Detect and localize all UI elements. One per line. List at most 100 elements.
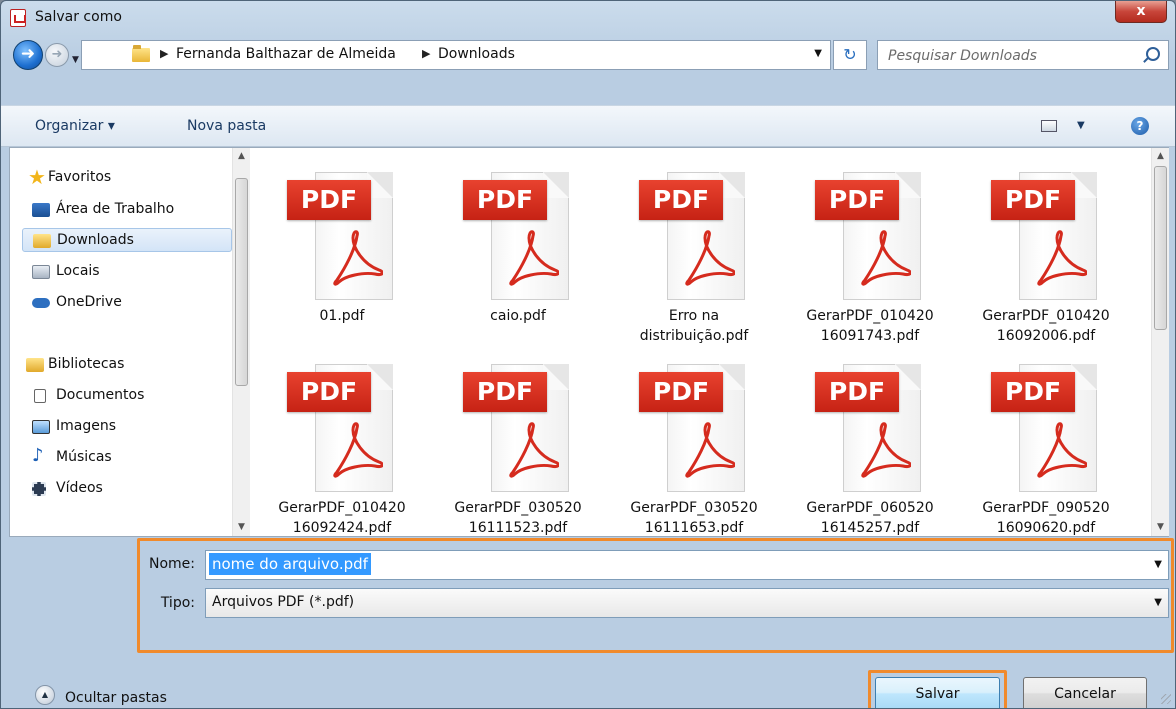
sidebar-item-label: Músicas bbox=[56, 449, 112, 465]
scroll-thumb[interactable] bbox=[235, 178, 248, 386]
star-icon: ★ bbox=[28, 165, 46, 189]
file-name-line: GerarPDF_010420 bbox=[278, 500, 406, 516]
hide-folders-button[interactable]: Ocultar pastas bbox=[65, 690, 167, 706]
collapse-icon[interactable]: ▲ bbox=[35, 685, 55, 705]
forward-arrow-icon: ➜ bbox=[51, 47, 63, 62]
acrobat-logo-icon bbox=[1037, 230, 1087, 286]
file-item[interactable]: PDF GerarPDF_010420 16092424.pdf bbox=[257, 348, 427, 536]
sidebar-item-downloads[interactable]: Downloads bbox=[22, 228, 232, 252]
sidebar-item-musicas[interactable]: ♪ Músicas bbox=[22, 446, 232, 470]
pdf-file-icon: PDF bbox=[463, 172, 573, 300]
search-box[interactable] bbox=[877, 40, 1169, 70]
title-bar: Salvar como x bbox=[1, 1, 1175, 35]
organize-menu[interactable]: Organizar ▾ bbox=[35, 118, 115, 134]
cancel-button[interactable]: Cancelar bbox=[1023, 677, 1147, 708]
scroll-down-icon[interactable]: ▼ bbox=[1152, 519, 1169, 536]
window-title: Salvar como bbox=[35, 9, 122, 25]
file-name: GerarPDF_010420 16092424.pdf bbox=[257, 498, 427, 536]
file-item[interactable]: PDF GerarPDF_010420 16092006.pdf bbox=[961, 156, 1131, 346]
pdf-badge: PDF bbox=[639, 372, 723, 412]
scroll-up-icon[interactable]: ▲ bbox=[233, 148, 250, 165]
downloads-folder-icon bbox=[33, 234, 51, 248]
sidebar-item-locais[interactable]: Locais bbox=[22, 260, 232, 284]
sidebar-item-area-de-trabalho[interactable]: Área de Trabalho bbox=[22, 198, 232, 222]
pdf-badge: PDF bbox=[815, 180, 899, 220]
navigation-pane-scrollbar[interactable]: ▲ ▼ bbox=[232, 148, 250, 536]
file-name: 01.pdf bbox=[257, 306, 427, 326]
file-name-line: 01.pdf bbox=[319, 308, 365, 324]
sidebar-item-documentos[interactable]: Documentos bbox=[22, 384, 232, 408]
new-folder-button[interactable]: Nova pasta bbox=[187, 118, 266, 134]
file-name-line: 16092006.pdf bbox=[996, 328, 1096, 344]
file-name: GerarPDF_010420 16092006.pdf bbox=[961, 306, 1131, 346]
scroll-down-icon[interactable]: ▼ bbox=[233, 519, 250, 536]
breadcrumb-downloads[interactable]: Downloads bbox=[438, 46, 515, 62]
history-dropdown-icon[interactable]: ▼ bbox=[72, 55, 79, 65]
browser-area: ★ Favoritos Área de Trabalho Downloads L… bbox=[9, 147, 1169, 537]
file-name: GerarPDF_030520 16111523.pdf bbox=[433, 498, 603, 536]
file-name-line: Erro na bbox=[668, 308, 720, 324]
pdf-badge: PDF bbox=[287, 180, 371, 220]
music-icon: ♪ bbox=[32, 445, 44, 466]
pdf-file-icon: PDF bbox=[639, 364, 749, 492]
file-list-scrollbar[interactable]: ▲ ▼ bbox=[1151, 148, 1169, 536]
view-options-icon[interactable] bbox=[1041, 120, 1057, 132]
file-item[interactable]: PDF Erro na distribuição.pdf bbox=[609, 156, 779, 346]
pdf-file-icon: PDF bbox=[991, 172, 1101, 300]
scroll-thumb[interactable] bbox=[1154, 166, 1167, 330]
filename-dropdown-icon[interactable]: ▼ bbox=[1154, 559, 1162, 570]
breadcrumb-separator-icon[interactable]: ▶ bbox=[422, 47, 430, 60]
view-dropdown-icon[interactable]: ▼ bbox=[1077, 120, 1085, 131]
file-item[interactable]: PDF GerarPDF_060520 16145257.pdf bbox=[785, 348, 955, 536]
file-item[interactable]: PDF caio.pdf bbox=[433, 156, 603, 346]
scroll-up-icon[interactable]: ▲ bbox=[1152, 148, 1169, 165]
file-type-dropdown-icon[interactable]: ▼ bbox=[1154, 597, 1162, 608]
forward-button[interactable]: ➜ bbox=[45, 43, 69, 67]
file-name-line: 16145257.pdf bbox=[820, 520, 920, 536]
file-name-line: caio.pdf bbox=[490, 308, 546, 324]
breadcrumb-user-folder[interactable]: Fernanda Balthazar de Almeida bbox=[176, 46, 396, 62]
file-name-line: GerarPDF_010420 bbox=[982, 308, 1110, 324]
sidebar-item-favoritos[interactable]: ★ Favoritos bbox=[22, 166, 232, 190]
sidebar-item-videos[interactable]: Vídeos bbox=[22, 477, 232, 501]
file-name-line: distribuição.pdf bbox=[639, 328, 749, 344]
pdf-file-icon: PDF bbox=[463, 364, 573, 492]
pdf-badge: PDF bbox=[815, 372, 899, 412]
pdf-file-icon: PDF bbox=[287, 364, 397, 492]
file-item[interactable]: PDF 01.pdf bbox=[257, 156, 427, 346]
address-dropdown-icon[interactable]: ▼ bbox=[814, 48, 822, 59]
pdf-file-icon: PDF bbox=[991, 364, 1101, 492]
file-item[interactable]: PDF GerarPDF_090520 16090620.pdf bbox=[961, 348, 1131, 536]
close-button[interactable]: x bbox=[1115, 1, 1167, 23]
back-button[interactable]: ➜ bbox=[13, 40, 43, 70]
file-name: GerarPDF_060520 16145257.pdf bbox=[785, 498, 955, 536]
pdf-badge: PDF bbox=[991, 180, 1075, 220]
resize-grip[interactable] bbox=[1161, 694, 1171, 704]
file-item[interactable]: PDF GerarPDF_010420 16091743.pdf bbox=[785, 156, 955, 346]
sidebar-item-bibliotecas[interactable]: Bibliotecas bbox=[22, 353, 232, 377]
refresh-button[interactable]: ↻ bbox=[833, 40, 867, 70]
file-item[interactable]: PDF GerarPDF_030520 16111653.pdf bbox=[609, 348, 779, 536]
sidebar-item-label: Vídeos bbox=[56, 480, 103, 496]
acrobat-logo-icon bbox=[1037, 422, 1087, 478]
search-icon[interactable] bbox=[1146, 47, 1160, 61]
address-bar[interactable]: ▼ ▶ Fernanda Balthazar de Almeida ▶ Down… bbox=[72, 40, 831, 70]
acrobat-logo-icon bbox=[685, 422, 735, 478]
back-arrow-icon: ➜ bbox=[20, 44, 36, 64]
file-name-line: GerarPDF_060520 bbox=[806, 500, 934, 516]
sidebar-item-label: Locais bbox=[56, 263, 100, 279]
search-input[interactable] bbox=[886, 45, 1130, 67]
help-icon[interactable]: ? bbox=[1131, 117, 1149, 135]
sidebar-item-onedrive[interactable]: OneDrive bbox=[22, 291, 232, 315]
breadcrumb-separator-icon[interactable]: ▶ bbox=[160, 47, 168, 60]
file-name-line: GerarPDF_030520 bbox=[454, 500, 582, 516]
acrobat-logo-icon bbox=[685, 230, 735, 286]
file-name-line: GerarPDF_030520 bbox=[630, 500, 758, 516]
pdf-file-icon: PDF bbox=[815, 364, 925, 492]
file-item[interactable]: PDF GerarPDF_030520 16111523.pdf bbox=[433, 348, 603, 536]
sidebar-item-label: Imagens bbox=[56, 418, 117, 434]
sidebar-item-label: Downloads bbox=[57, 232, 134, 248]
file-type-select[interactable]: Arquivos PDF (*.pdf) ▼ bbox=[205, 588, 1169, 618]
save-button[interactable]: Salvar bbox=[875, 677, 1000, 708]
sidebar-item-imagens[interactable]: Imagens bbox=[22, 415, 232, 439]
